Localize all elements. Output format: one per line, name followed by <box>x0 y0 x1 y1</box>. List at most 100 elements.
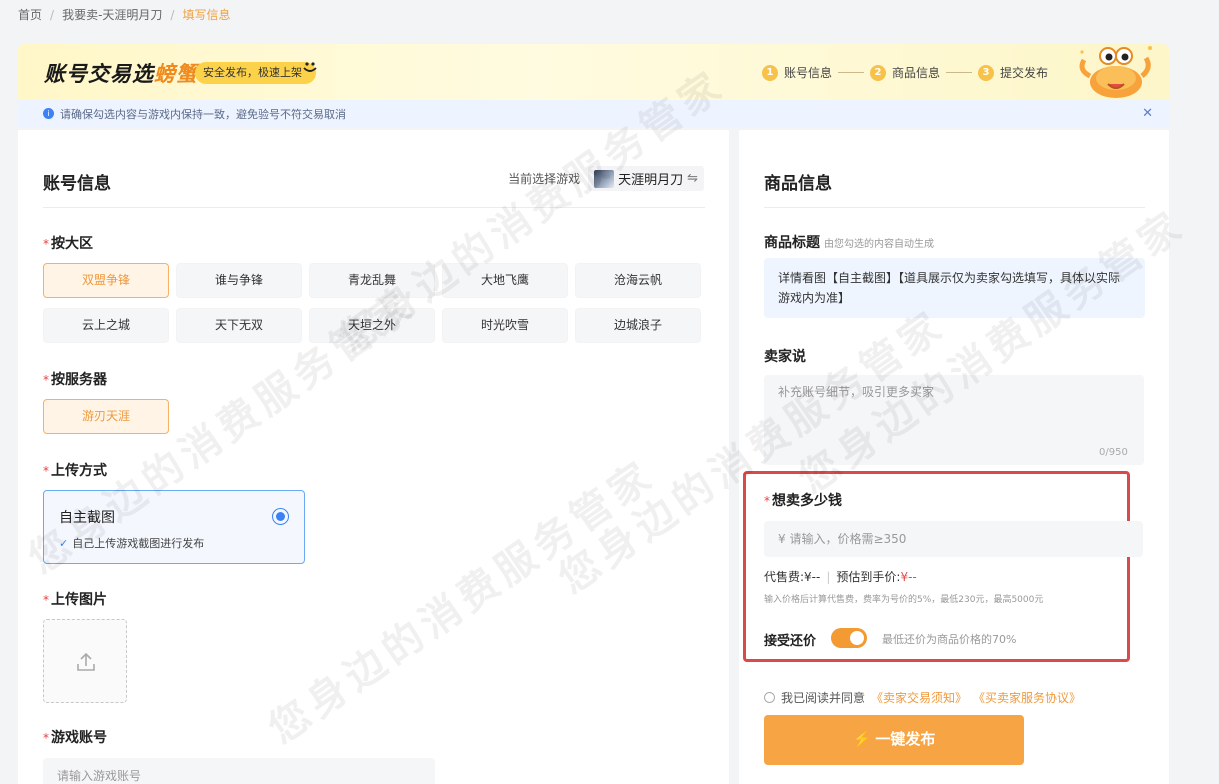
step-1: 1 账号信息 <box>762 64 832 81</box>
region-chip[interactable]: 青龙乱舞 <box>309 263 435 298</box>
agreement-row: 我已阅读并同意 《卖家交易须知》 《买卖家服务协议》 <box>764 689 1081 706</box>
agree-prefix: 我已阅读并同意 <box>781 691 866 705</box>
server-label: * 按服务器 <box>43 369 107 389</box>
upload-image-label: * 上传图片 <box>43 589 107 609</box>
progress-steps: 1 账号信息 2 商品信息 3 提交发布 <box>762 64 1048 81</box>
required-mark: * <box>43 464 49 478</box>
estimate-value: ¥-- <box>900 570 917 584</box>
divider <box>764 207 1145 208</box>
breadcrumb-separator: / <box>170 7 175 22</box>
account-info-title: 账号信息 <box>43 174 111 194</box>
step-label: 商品信息 <box>892 66 941 80</box>
current-game-selector: 当前选择游戏 天涯明月刀 ⇋ <box>508 166 704 191</box>
breadcrumb-sell[interactable]: 我要卖-天涯明月刀 <box>62 6 162 23</box>
region-chip[interactable]: 沧海云帆 <box>575 263 701 298</box>
region-chip[interactable]: 双盟争锋 <box>43 263 169 298</box>
slogan-badge: 安全发布，极速上架 <box>195 62 316 84</box>
publish-button[interactable]: ⚡ 一键发布 <box>764 715 1024 765</box>
current-game-label: 当前选择游戏 <box>508 172 581 186</box>
game-account-label-text: 游戏账号 <box>51 730 107 746</box>
info-icon: i <box>43 108 54 119</box>
region-label: * 按大区 <box>43 233 93 253</box>
product-title-label-text: 商品标题 <box>764 235 820 251</box>
breadcrumb: 首页 / 我要卖-天涯明月刀 / 填写信息 <box>18 6 230 23</box>
seller-notice-link[interactable]: 《卖家交易须知》 <box>871 689 967 706</box>
required-mark: * <box>43 593 49 607</box>
notice-text: 请确保勾选内容与游戏内保持一致，避免验号不符交易取消 <box>60 108 346 121</box>
close-icon[interactable]: ✕ <box>1142 106 1153 121</box>
upload-icon <box>77 652 95 671</box>
divider <box>43 207 705 208</box>
upload-method-title: 自主截图 <box>59 510 115 526</box>
agree-checkbox[interactable] <box>764 692 775 703</box>
required-mark: * <box>43 731 49 745</box>
upload-method-option[interactable]: 自主截图 ✓ 自己上传游戏截图进行发布 <box>43 490 305 564</box>
switch-icon: ⇋ <box>687 171 698 186</box>
region-chip[interactable]: 云上之城 <box>43 308 169 343</box>
game-account-label: * 游戏账号 <box>43 727 107 747</box>
product-title-value: 详情看图【自主截图】【道具展示仅为卖家勾选填写，具体以实际游戏内为准】 <box>764 258 1145 318</box>
step-label: 账号信息 <box>784 66 833 80</box>
fee-info: 代售费:¥-- | 预估到手价:¥-- <box>764 568 917 585</box>
required-mark: * <box>764 494 770 508</box>
step-2: 2 商品信息 <box>870 64 940 81</box>
price-input[interactable] <box>764 521 1143 557</box>
top-banner: 账号交易选螃蟹 安全发布，极速上架 1 账号信息 2 商品信息 3 提交发布 <box>18 44 1169 100</box>
server-label-text: 按服务器 <box>51 372 107 388</box>
region-label-text: 按大区 <box>51 236 93 252</box>
step-number: 2 <box>870 64 887 81</box>
brand-prefix: 账号交易选 <box>44 62 154 86</box>
required-mark: * <box>43 237 49 251</box>
game-account-input[interactable] <box>43 758 435 784</box>
fee-label: 代售费: <box>764 570 805 584</box>
crab-mascot-icon <box>1079 46 1152 98</box>
region-chip[interactable]: 边城浪子 <box>575 308 701 343</box>
upload-method-label-text: 上传方式 <box>51 463 107 479</box>
step-connector <box>946 72 973 73</box>
smile-icon <box>303 62 317 72</box>
seller-says-label: 卖家说 <box>764 349 806 365</box>
brand-logo: 账号交易选螃蟹 <box>44 58 198 88</box>
region-chip[interactable]: 谁与争锋 <box>176 263 302 298</box>
step-number: 3 <box>978 64 995 81</box>
upload-method-label: * 上传方式 <box>43 460 107 480</box>
game-thumbnail <box>594 169 615 188</box>
upload-method-desc-row: ✓ 自己上传游戏截图进行发布 <box>59 535 204 551</box>
image-uploader[interactable] <box>43 619 127 703</box>
service-agreement-link[interactable]: 《买卖家服务协议》 <box>973 689 1081 706</box>
step-label: 提交发布 <box>1000 66 1049 80</box>
publish-label: 一键发布 <box>875 731 936 748</box>
required-mark: * <box>43 373 49 387</box>
char-counter: 0/950 <box>1099 447 1128 458</box>
price-label-text: 想卖多少钱 <box>772 493 842 509</box>
fee-value: ¥-- <box>804 570 821 584</box>
region-chip[interactable]: 天下无双 <box>176 308 302 343</box>
breadcrumb-separator: / <box>50 7 55 22</box>
seller-says-textarea[interactable] <box>764 375 1144 465</box>
fee-separator: | <box>826 570 831 584</box>
brand-highlight: 螃蟹 <box>154 62 198 86</box>
breadcrumb-home[interactable]: 首页 <box>18 6 42 23</box>
step-connector <box>838 72 865 73</box>
current-game-chip[interactable]: 天涯明月刀 ⇋ <box>588 166 704 191</box>
check-icon: ✓ <box>59 537 69 550</box>
product-title-hint: 由您勾选的内容自动生成 <box>824 239 934 250</box>
region-chip[interactable]: 时光吹雪 <box>442 308 568 343</box>
upload-method-desc: 自己上传游戏截图进行发布 <box>72 537 205 550</box>
step-3: 3 提交发布 <box>978 64 1048 81</box>
fee-note: 输入价格后计算代售费，费率为号价的5%，最低230元，最高5000元 <box>764 595 1044 605</box>
product-info-panel: 商品信息 商品标题 由您勾选的内容自动生成 详情看图【自主截图】【道具展示仅为卖家… <box>739 130 1169 784</box>
account-info-panel: 账号信息 当前选择游戏 天涯明月刀 ⇋ * 按大区 双盟争锋 谁与争锋 青龙乱舞 … <box>18 130 729 784</box>
server-chip[interactable]: 游刃天涯 <box>43 399 169 434</box>
region-chip[interactable]: 天垣之外 <box>309 308 435 343</box>
region-chip[interactable]: 大地飞鹰 <box>442 263 568 298</box>
price-label: * 想卖多少钱 <box>764 490 842 510</box>
upload-image-label-text: 上传图片 <box>51 592 107 608</box>
radio-selected[interactable] <box>272 508 289 525</box>
breadcrumb-current: 填写信息 <box>182 8 231 22</box>
estimate-label: 预估到手价: <box>836 570 901 584</box>
bargain-toggle[interactable] <box>831 628 867 648</box>
notice-bar: i 请确保勾选内容与游戏内保持一致，避免验号不符交易取消 ✕ <box>18 100 1169 128</box>
bargain-label: 接受还价 <box>764 634 817 649</box>
product-info-title: 商品信息 <box>764 174 832 194</box>
